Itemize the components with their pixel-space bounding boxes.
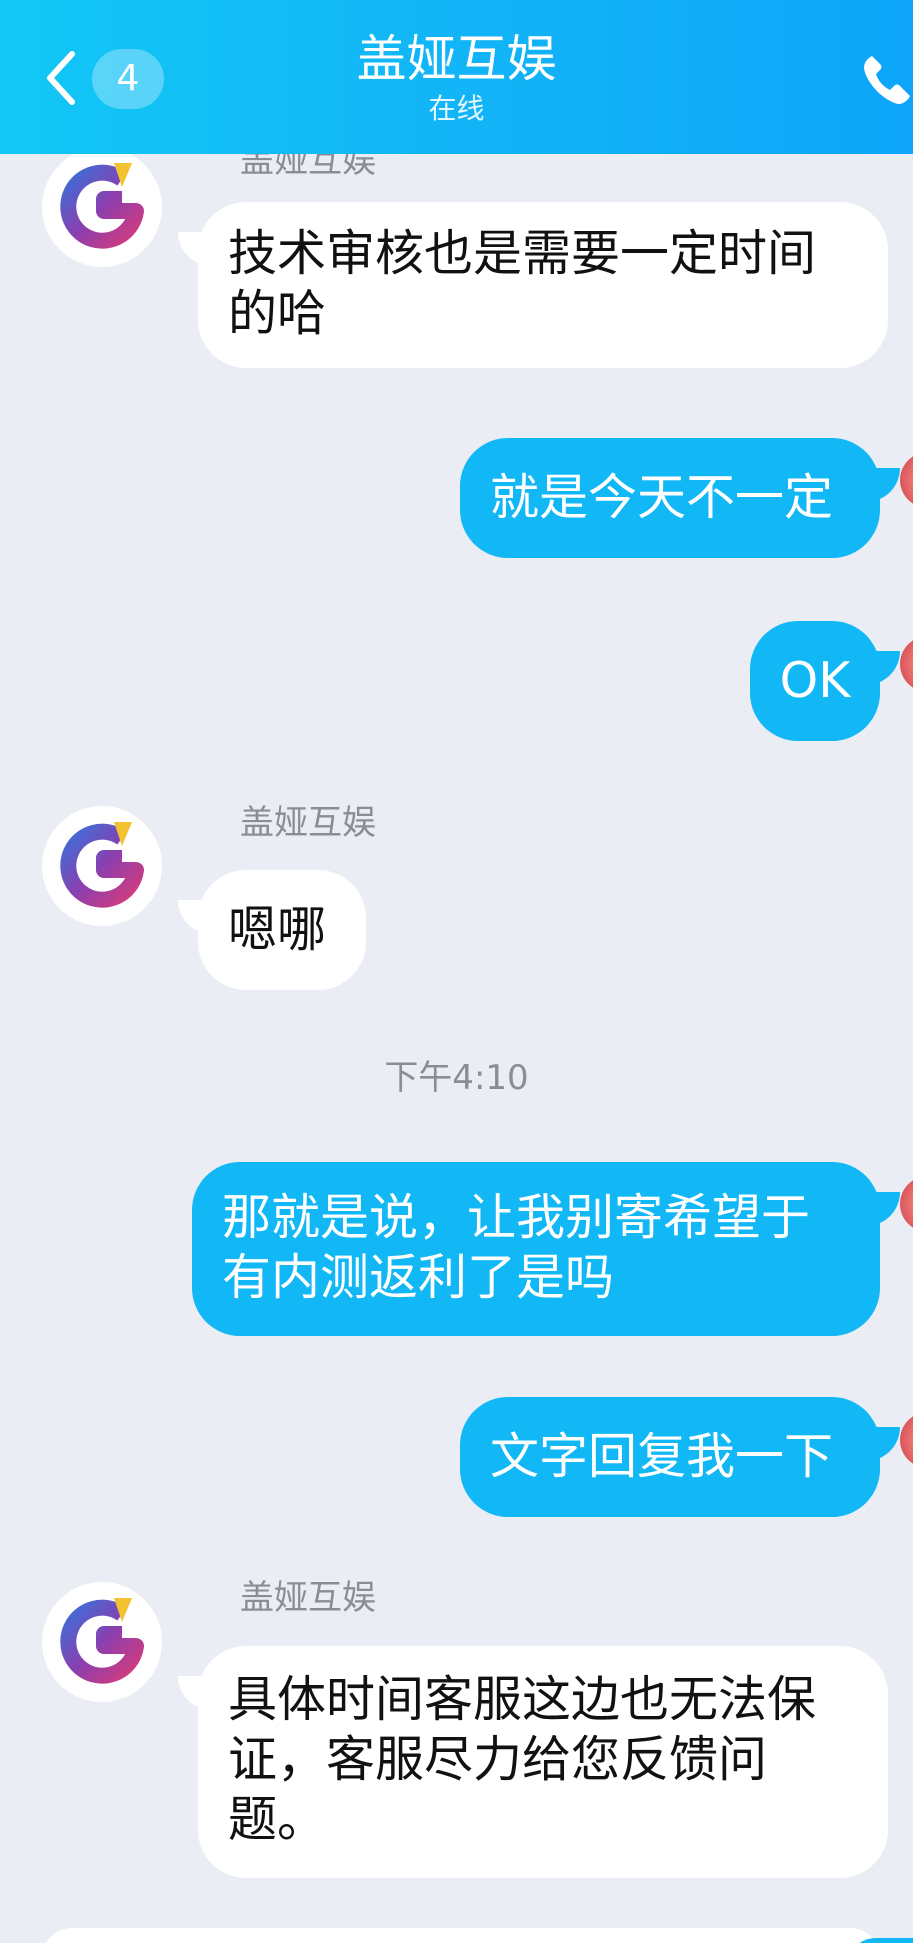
outgoing-message-bubble[interactable]: OK (750, 621, 900, 741)
sender-name: 盖娅互娱 (240, 154, 376, 181)
chat-header: 4 盖娅互娱 在线 (0, 0, 913, 154)
message-text-line: 文字回复我一下 (490, 1428, 834, 1485)
message-text-line: 那就是说，让我别寄希望于 (222, 1189, 811, 1246)
message-list[interactable]: 盖娅互娱 技术审核也是需要一定时间 的哈 就是今天不一定 OK 盖娅互娱 嗯哪 … (0, 154, 913, 1943)
message-text-line: 具体时间客服这边也无法保 (228, 1671, 817, 1728)
message-timestamp: 下午4:10 (384, 1058, 529, 1098)
online-status: 在线 (428, 92, 485, 125)
gaia-logo-icon (60, 1598, 144, 1684)
message-text-line: 的哈 (228, 285, 327, 342)
incoming-message-bubble[interactable]: 技术审核也是需要一定时间 的哈 (178, 202, 888, 368)
message-text-line: 就是今天不一定 (490, 469, 834, 526)
chat-title: 盖娅互娱 (356, 30, 557, 88)
gaia-logo-icon (60, 163, 144, 249)
message-text-line: 证，客服尽力给您反馈问 (228, 1731, 768, 1788)
incoming-message-bubble[interactable] (42, 1928, 880, 1943)
incoming-message-bubble[interactable]: 具体时间客服这边也无法保 证，客服尽力给您反馈问 题。 (178, 1646, 888, 1878)
sender-name: 盖娅互娱 (240, 1578, 376, 1618)
message-text-line: 技术审核也是需要一定时间 (228, 225, 817, 282)
incoming-message-bubble[interactable]: 嗯哪 (178, 870, 366, 990)
outgoing-message-bubble[interactable]: 就是今天不一定 (460, 438, 900, 558)
call-button[interactable] (858, 50, 913, 110)
my-avatar[interactable] (900, 452, 913, 508)
outgoing-message-bubble[interactable]: 文字回复我一下 (460, 1397, 900, 1517)
message-text-line: 有内测返利了是吗 (222, 1249, 615, 1306)
my-avatar[interactable] (900, 1176, 913, 1232)
message-text-line: 题。 (228, 1791, 327, 1848)
outgoing-message-bubble[interactable]: 那就是说，让我别寄希望于 有内测返利了是吗 (192, 1162, 900, 1336)
message-text-line: 嗯哪 (228, 901, 327, 958)
contact-avatar[interactable] (42, 1582, 162, 1702)
contact-avatar[interactable] (42, 806, 162, 926)
my-avatar[interactable] (900, 636, 913, 692)
phone-icon (864, 56, 910, 104)
my-avatar[interactable] (900, 1412, 913, 1468)
sender-name: 盖娅互娱 (240, 803, 376, 843)
message-text-line: OK (779, 652, 851, 709)
contact-avatar[interactable] (42, 154, 162, 267)
gaia-logo-icon (60, 822, 144, 908)
